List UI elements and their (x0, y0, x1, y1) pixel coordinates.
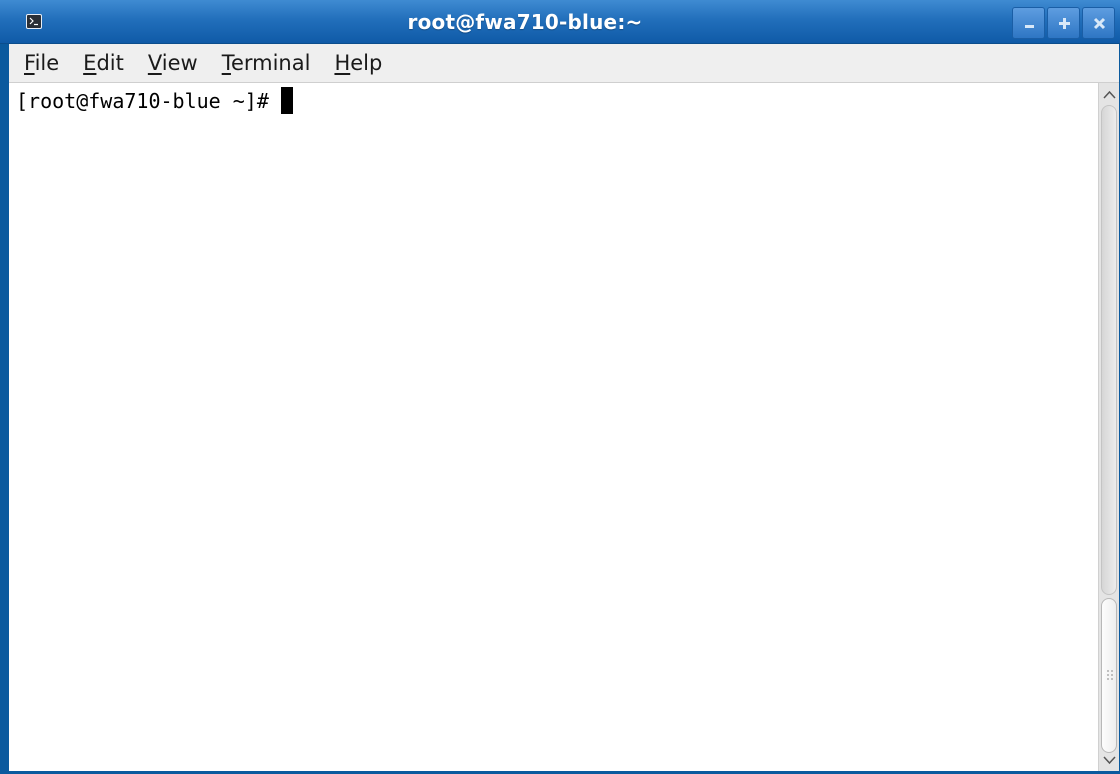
window-title: root@fwa710-blue:~ (407, 10, 643, 34)
maximize-icon (1059, 18, 1070, 29)
scroll-thumb[interactable] (1101, 598, 1117, 753)
vertical-scrollbar[interactable] (1098, 83, 1119, 771)
text-cursor (280, 87, 293, 114)
menu-view-mnemonic: V (147, 50, 162, 75)
menu-help-mnemonic: H (334, 50, 351, 75)
menu-help-label: elp (350, 50, 383, 75)
menu-edit-label: dit (96, 50, 124, 75)
minimize-button[interactable] (1012, 7, 1045, 39)
menu-view[interactable]: View (148, 44, 198, 83)
menu-view-label: iew (161, 50, 198, 75)
menu-help[interactable]: Help (334, 44, 382, 83)
terminal-area[interactable]: [root@fwa710-blue ~]# (9, 83, 1098, 771)
menu-terminal[interactable]: Terminal (222, 44, 311, 83)
close-button[interactable] (1082, 7, 1115, 39)
terminal-line: [root@fwa710-blue ~]# (16, 87, 293, 114)
menu-edit-mnemonic: E (83, 50, 97, 75)
minimize-icon (1025, 25, 1034, 28)
scroll-down-arrow-icon[interactable] (1101, 751, 1118, 769)
menu-bar: File Edit View Terminal Help (9, 44, 1119, 83)
menu-edit[interactable]: Edit (83, 44, 124, 83)
menu-file[interactable]: File (24, 44, 59, 83)
scroll-trough[interactable] (1101, 105, 1117, 595)
menu-terminal-label: erminal (230, 50, 311, 75)
close-icon (1093, 17, 1106, 30)
terminal-window: root@fwa710-blue:~ File Edit View Termin… (0, 0, 1120, 774)
window-controls (1012, 7, 1115, 39)
title-bar[interactable]: root@fwa710-blue:~ (0, 0, 1120, 44)
shell-prompt: [root@fwa710-blue ~]# (16, 88, 269, 113)
scroll-up-arrow-icon[interactable] (1101, 86, 1118, 104)
menu-file-mnemonic: F (24, 50, 35, 75)
grip-icon (1107, 670, 1113, 680)
maximize-button[interactable] (1047, 7, 1080, 39)
menu-file-label: ile (34, 50, 60, 75)
menu-terminal-mnemonic: T (221, 50, 231, 75)
